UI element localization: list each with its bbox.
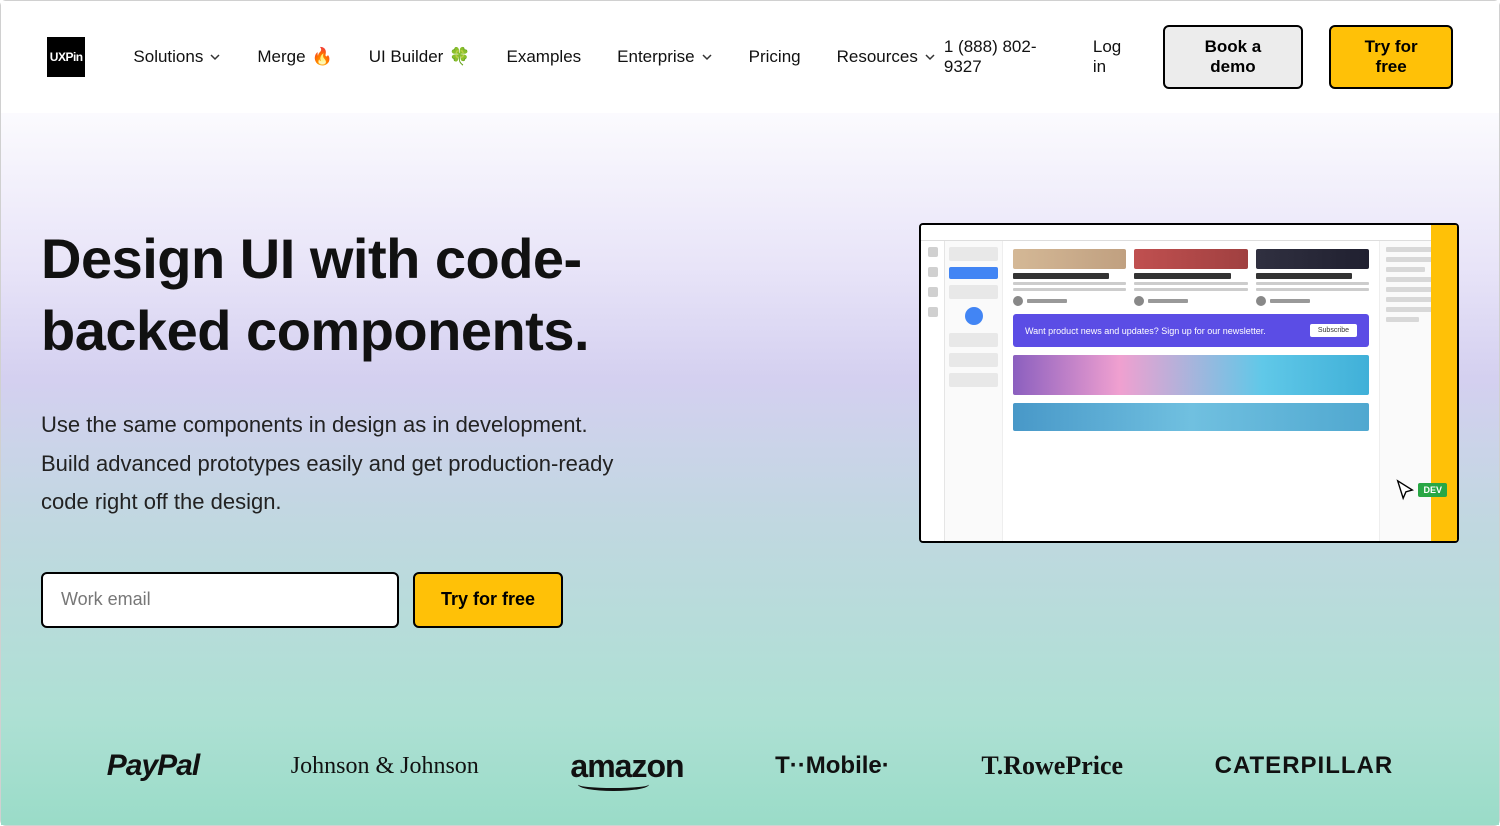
card-line — [1013, 282, 1126, 285]
hero-content: Design UI with code-backed components. U… — [41, 223, 731, 628]
sidebar-active — [949, 267, 998, 279]
card-line — [1134, 282, 1247, 285]
app-screenshot: Want product news and updates? Sign up f… — [919, 223, 1459, 543]
chevron-down-icon — [209, 51, 221, 63]
nav-label: Pricing — [749, 47, 801, 67]
try-free-button[interactable]: Try for free — [1329, 25, 1453, 89]
panel-line — [1386, 287, 1432, 292]
nav-pricing[interactable]: Pricing — [749, 47, 801, 67]
newsletter-banner: Want product news and updates? Sign up f… — [1013, 314, 1369, 347]
nav-merge[interactable]: Merge 🔥 — [257, 47, 332, 67]
sidebar-block — [949, 247, 998, 261]
cursor-badge: DEV — [1394, 479, 1447, 501]
top-navigation: UXPin Solutions Merge 🔥 UI Builder 🍀 Exa… — [1, 1, 1499, 113]
paypal-logo: PayPal — [107, 749, 199, 783]
hero-title: Design UI with code-backed components. — [41, 223, 731, 366]
sidebar-circle — [965, 307, 983, 325]
sidebar-block — [949, 285, 998, 299]
rail-item — [928, 247, 938, 257]
nav-ui-builder[interactable]: UI Builder 🍀 — [369, 47, 471, 67]
card-line — [1256, 288, 1369, 291]
author-name — [1027, 299, 1067, 303]
fire-icon: 🔥 — [312, 47, 333, 67]
rail-item — [928, 287, 938, 297]
app-canvas: Want product news and updates? Sign up f… — [1003, 241, 1379, 541]
card-title — [1134, 273, 1230, 279]
trowe-logo: T.RowePrice — [981, 751, 1123, 781]
sidebar-block — [949, 333, 998, 347]
nav-label: Examples — [507, 47, 582, 67]
card-title — [1013, 273, 1109, 279]
caterpillar-logo: CATERPILLAR — [1215, 752, 1394, 780]
nav-examples[interactable]: Examples — [507, 47, 582, 67]
rail-item — [928, 267, 938, 277]
nav-label: UI Builder — [369, 47, 444, 67]
rail-item — [928, 307, 938, 317]
canvas-cards — [1013, 249, 1369, 306]
canvas-card — [1013, 249, 1126, 306]
nav-items: Solutions Merge 🔥 UI Builder 🍀 Examples … — [133, 47, 935, 67]
card-image — [1013, 249, 1126, 269]
avatar-icon — [1134, 296, 1144, 306]
banner-button: Subscribe — [1310, 324, 1357, 337]
card-author — [1134, 296, 1247, 306]
johnson-johnson-logo: Johnson & Johnson — [291, 753, 479, 780]
card-line — [1134, 288, 1247, 291]
hero-try-free-button[interactable]: Try for free — [413, 572, 563, 628]
nav-label: Merge — [257, 47, 305, 67]
card-author — [1013, 296, 1126, 306]
customer-logos: PayPal Johnson & Johnson amazon T··Mobil… — [1, 748, 1499, 785]
cursor-icon — [1394, 479, 1416, 501]
nav-label: Solutions — [133, 47, 203, 67]
hero-illustration: Want product news and updates? Sign up f… — [771, 223, 1459, 628]
hero-subtitle: Use the same components in design as in … — [41, 406, 641, 522]
nav-label: Enterprise — [617, 47, 694, 67]
chevron-down-icon — [924, 51, 936, 63]
author-name — [1148, 299, 1188, 303]
card-image — [1256, 249, 1369, 269]
chevron-down-icon — [701, 51, 713, 63]
amazon-logo: amazon — [570, 748, 683, 785]
canvas-card — [1134, 249, 1247, 306]
card-author — [1256, 296, 1369, 306]
tmobile-logo: T··Mobile· — [775, 752, 890, 780]
book-demo-button[interactable]: Book a demo — [1163, 25, 1304, 89]
clover-icon: 🍀 — [449, 47, 470, 67]
hero-section: Design UI with code-backed components. U… — [1, 113, 1499, 628]
nav-resources[interactable]: Resources — [837, 47, 936, 67]
app-body: Want product news and updates? Sign up f… — [921, 241, 1457, 541]
sidebar-block — [949, 353, 998, 367]
banner-text: Want product news and updates? Sign up f… — [1025, 326, 1266, 336]
card-title — [1256, 273, 1352, 279]
card-image — [1134, 249, 1247, 269]
uxpin-logo[interactable]: UXPin — [47, 37, 85, 77]
signup-form: Try for free — [41, 572, 731, 628]
nav-enterprise[interactable]: Enterprise — [617, 47, 712, 67]
nav-label: Resources — [837, 47, 918, 67]
author-name — [1270, 299, 1310, 303]
phone-number[interactable]: 1 (888) 802-9327 — [944, 37, 1067, 77]
nav-solutions[interactable]: Solutions — [133, 47, 221, 67]
app-header — [921, 225, 1457, 241]
email-input[interactable] — [41, 572, 399, 628]
image-row — [1013, 403, 1369, 431]
card-line — [1256, 282, 1369, 285]
nav-right: 1 (888) 802-9327 Log in Book a demo Try … — [944, 25, 1453, 89]
app-rail — [921, 241, 945, 541]
avatar-icon — [1256, 296, 1266, 306]
dev-tag: DEV — [1418, 483, 1447, 497]
image-row — [1013, 355, 1369, 395]
panel-line — [1386, 267, 1425, 272]
panel-line — [1386, 317, 1419, 322]
app-sidebar — [945, 241, 1003, 541]
login-link[interactable]: Log in — [1093, 37, 1137, 77]
canvas-card — [1256, 249, 1369, 306]
sidebar-block — [949, 373, 998, 387]
avatar-icon — [1013, 296, 1023, 306]
card-line — [1013, 288, 1126, 291]
